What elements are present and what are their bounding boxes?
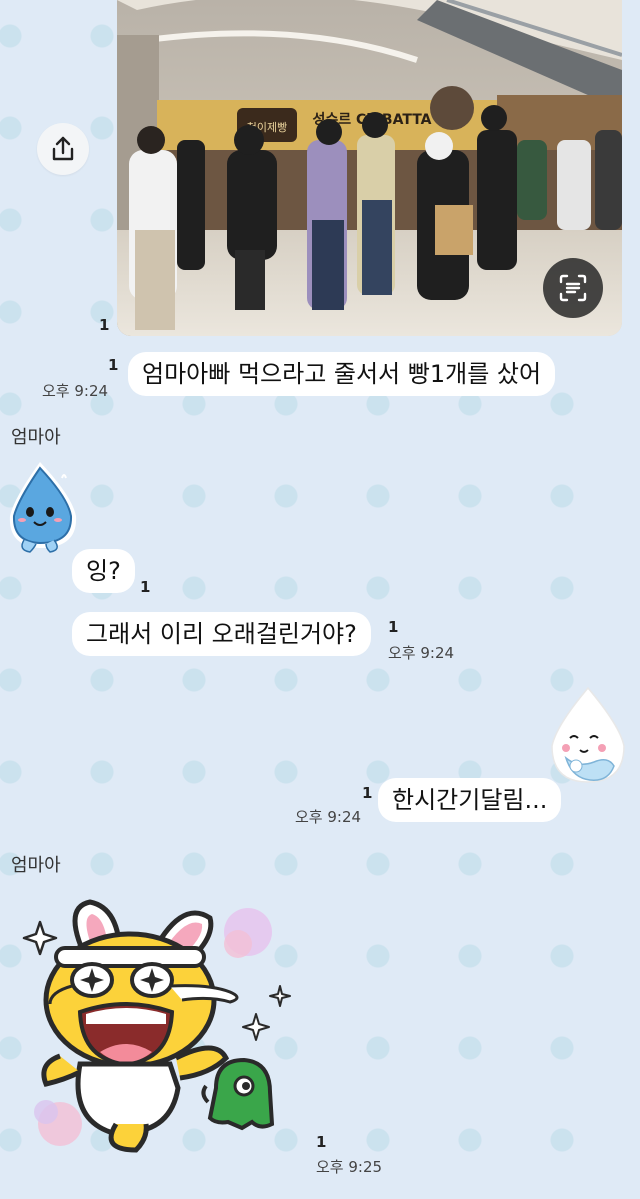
- scan-text-button[interactable]: [543, 258, 603, 318]
- chat-bubble[interactable]: 잉?: [72, 549, 135, 593]
- message-time: 오후 9:24: [295, 808, 362, 826]
- read-count: 1: [99, 316, 110, 334]
- read-count: 1: [140, 578, 151, 596]
- message-time: 오후 9:24: [42, 382, 109, 400]
- share-button[interactable]: [37, 123, 89, 175]
- rabbit-crying-sticker[interactable]: [20, 888, 295, 1162]
- message-time: 오후 9:24: [388, 644, 455, 662]
- message-time: 오후 9:25: [316, 1158, 383, 1176]
- read-count: 1: [316, 1133, 327, 1151]
- chat-bubble[interactable]: 엄마아빠 먹으라고 줄서서 빵1개를 샀어: [128, 352, 556, 396]
- share-icon: [52, 136, 74, 161]
- chat-bubble[interactable]: 한시간기달림...: [378, 778, 562, 822]
- read-count: 1: [362, 784, 373, 802]
- sender-name: 엄마아: [11, 855, 61, 876]
- read-count: 1: [388, 618, 399, 636]
- water-drop-sticker[interactable]: [4, 458, 86, 562]
- read-count: 1: [108, 356, 119, 374]
- white-drop-sticker[interactable]: [548, 686, 628, 790]
- scan-text-icon: [559, 274, 587, 302]
- sender-name: 엄마아: [11, 427, 61, 448]
- chat-bubble[interactable]: 그래서 이리 오래걸린거야?: [72, 612, 371, 656]
